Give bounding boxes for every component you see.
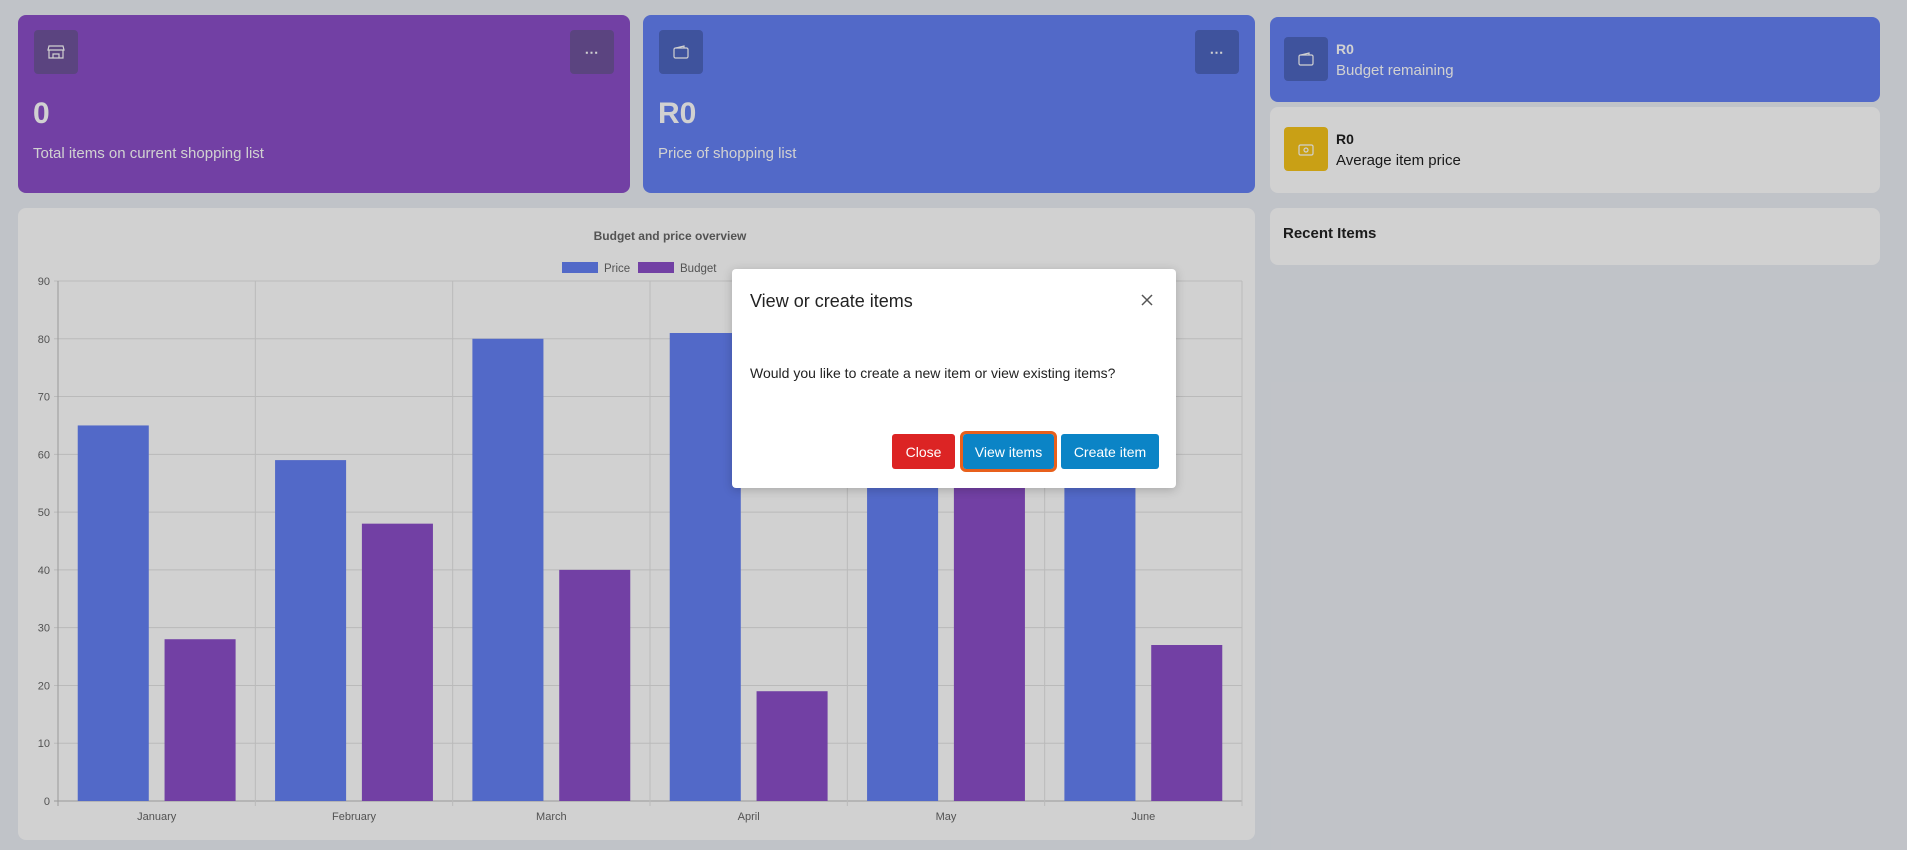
view-items-button[interactable]: View items xyxy=(960,431,1057,472)
create-item-button[interactable]: Create item xyxy=(1061,434,1159,469)
close-icon[interactable] xyxy=(1136,289,1158,311)
view-create-items-dialog: View or create items Would you like to c… xyxy=(732,269,1176,488)
dialog-title: View or create items xyxy=(750,291,913,311)
dialog-message: Would you like to create a new item or v… xyxy=(750,365,1116,381)
close-button[interactable]: Close xyxy=(892,434,955,469)
